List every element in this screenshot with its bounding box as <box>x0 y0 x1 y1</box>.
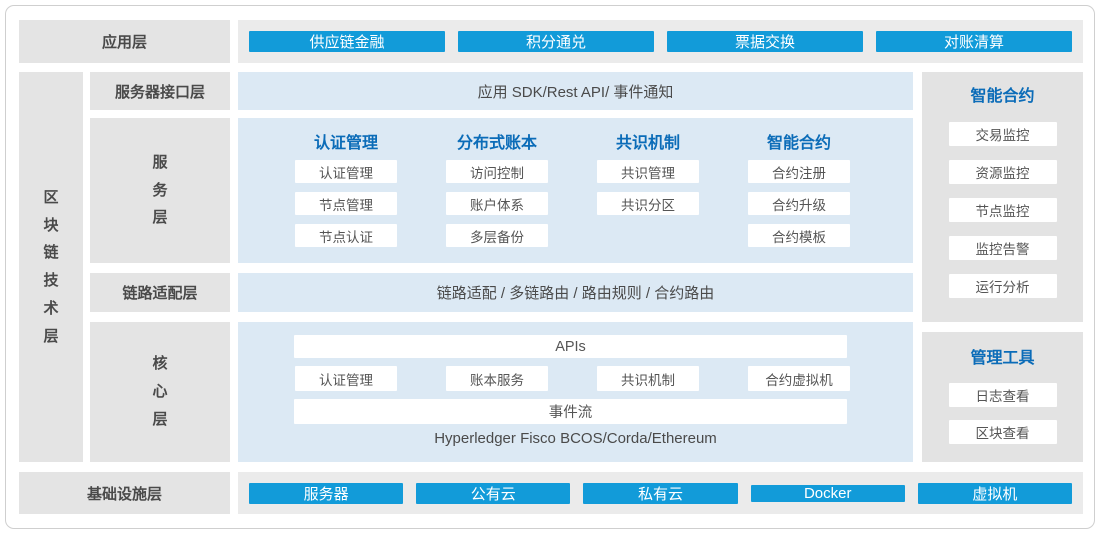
blockchain-tech-layer-label: 区块链技术层 <box>19 72 83 462</box>
node-ledger-service: 账本服务 <box>446 366 548 391</box>
node-contract-vm: 合约虚拟机 <box>748 366 850 391</box>
node-contract-upgrade: 合约升级 <box>748 192 850 215</box>
node-resource-monitor: 资源监控 <box>949 160 1057 184</box>
node-core-auth: 认证管理 <box>295 366 397 391</box>
node-log-viewer: 日志查看 <box>949 383 1057 407</box>
service-layer-text: 服务层 <box>152 149 169 232</box>
interface-layer-label: 服务器接口层 <box>90 72 230 110</box>
management-tools-panel: 管理工具 日志查看 区块查看 <box>922 332 1083 462</box>
architecture-diagram: 应用层 供应链金融 积分通兑 票据交换 对账清算 区块链技术层 服务器接口层 应… <box>0 0 1100 534</box>
node-contract-template: 合约模板 <box>748 224 850 247</box>
node-points-exchange: 积分通兑 <box>458 31 654 52</box>
link-layer-label: 链路适配层 <box>90 273 230 312</box>
blockchain-tech-layer-text: 区块链技术层 <box>43 184 60 351</box>
node-transaction-monitor: 交易监控 <box>949 122 1057 146</box>
node-apis-bar: APIs <box>294 335 847 358</box>
core-layer-panel: APIs 认证管理 账本服务 共识机制 合约虚拟机 事件流 Hyperledge… <box>238 322 913 462</box>
node-node-monitor: 节点监控 <box>949 198 1057 222</box>
node-virtual-machine: 虚拟机 <box>918 483 1072 504</box>
node-auth-management: 认证管理 <box>295 160 397 183</box>
node-access-control: 访问控制 <box>446 160 548 183</box>
node-multilayer-backup: 多层备份 <box>446 224 548 247</box>
node-supply-chain-finance: 供应链金融 <box>249 31 445 52</box>
service-col-consensus: 共识机制 共识管理 共识分区 <box>597 118 699 263</box>
node-consensus-partition: 共识分区 <box>597 192 699 215</box>
core-layer-label: 核心层 <box>90 322 230 462</box>
service-col-auth: 认证管理 认证管理 节点管理 节点认证 <box>295 118 397 263</box>
node-block-viewer: 区块查看 <box>949 420 1057 444</box>
node-monitor-alert: 监控告警 <box>949 236 1057 260</box>
node-contract-register: 合约注册 <box>748 160 850 183</box>
link-layer-bar: 链路适配 / 多链路由 / 路由规则 / 合约路由 <box>238 273 913 312</box>
monitor-panel: 智能合约 交易监控 资源监控 节点监控 监控告警 运行分析 <box>922 72 1083 322</box>
service-col-smart-contract-header: 智能合约 <box>748 129 850 151</box>
node-consensus-management: 共识管理 <box>597 160 699 183</box>
app-layer-strip: 供应链金融 积分通兑 票据交换 对账清算 <box>238 20 1083 63</box>
management-tools-header: 管理工具 <box>970 348 1034 370</box>
node-docker: Docker <box>751 485 905 502</box>
node-node-authentication: 节点认证 <box>295 224 397 247</box>
service-col-consensus-header: 共识机制 <box>597 129 699 151</box>
app-layer-label: 应用层 <box>19 20 230 63</box>
service-col-auth-header: 认证管理 <box>295 129 397 151</box>
service-col-ledger: 分布式账本 访问控制 账户体系 多层备份 <box>446 118 548 263</box>
monitor-panel-header: 智能合约 <box>970 86 1034 108</box>
service-layer-panel: 认证管理 认证管理 节点管理 节点认证 分布式账本 访问控制 账户体系 多层备份… <box>238 118 913 263</box>
node-reconciliation-clearing: 对账清算 <box>876 31 1072 52</box>
service-col-smart-contract: 智能合约 合约注册 合约升级 合约模板 <box>748 118 850 263</box>
infra-layer-label: 基础设施层 <box>19 472 230 514</box>
node-event-stream-bar: 事件流 <box>294 399 847 424</box>
node-operation-analysis: 运行分析 <box>949 274 1057 298</box>
interface-layer-bar: 应用 SDK/Rest API/ 事件通知 <box>238 72 913 110</box>
node-public-cloud: 公有云 <box>416 483 570 504</box>
service-layer-label: 服务层 <box>90 118 230 263</box>
node-core-consensus: 共识机制 <box>597 366 699 391</box>
node-private-cloud: 私有云 <box>583 483 737 504</box>
node-server: 服务器 <box>249 483 403 504</box>
platforms-text: Hyperledger Fisco BCOS/Corda/Ethereum <box>238 428 913 450</box>
infra-layer-strip: 服务器 公有云 私有云 Docker 虚拟机 <box>238 472 1083 514</box>
node-bill-exchange: 票据交换 <box>667 31 863 52</box>
node-account-system: 账户体系 <box>446 192 548 215</box>
service-col-ledger-header: 分布式账本 <box>446 129 548 151</box>
core-layer-text: 核心层 <box>152 350 169 433</box>
node-node-management: 节点管理 <box>295 192 397 215</box>
